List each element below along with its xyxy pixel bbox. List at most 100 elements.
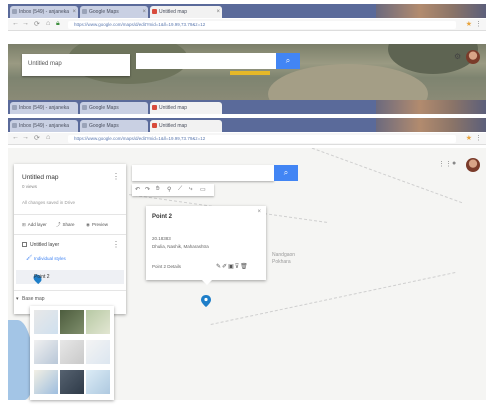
- url-input[interactable]: https://www.google.com/maps/d/edit?mid=1…: [68, 135, 456, 143]
- close-icon[interactable]: ×: [142, 6, 146, 18]
- point-tools: ✎✐▣⊽🗑︎: [216, 263, 249, 270]
- undo-icon[interactable]: ↶: [135, 186, 140, 193]
- draw-line-icon[interactable]: ⟋: [178, 186, 182, 193]
- add-layer-icon: ⊞: [22, 222, 26, 227]
- star-icon[interactable]: ★: [466, 20, 472, 28]
- tab-google-maps[interactable]: Google Maps: [80, 102, 148, 114]
- forward-icon[interactable]: →: [22, 20, 29, 27]
- map-pin-icon[interactable]: [201, 295, 211, 307]
- satellite-map-frame: Untitled map ⌕: [8, 44, 486, 100]
- back-icon[interactable]: ←: [12, 134, 19, 141]
- home-icon[interactable]: ⌂: [46, 134, 50, 141]
- url-input[interactable]: https://www.google.com/maps/d/edit?mid=1…: [68, 21, 456, 29]
- preview-button[interactable]: ◉ Preview: [86, 222, 108, 228]
- tab-inbox[interactable]: Inbox (549) - anjaneka ×: [10, 6, 78, 18]
- reload-icon[interactable]: ⟳: [34, 20, 40, 28]
- tab-strip: Inbox (549) - anjaneka Google Maps Untit…: [8, 118, 486, 132]
- back-icon[interactable]: ←: [12, 20, 19, 27]
- basemap-light-political[interactable]: [34, 340, 58, 364]
- apps-icon[interactable]: ⚙: [454, 52, 461, 61]
- my-maps-icon: [152, 9, 157, 14]
- apps-grid-icon[interactable]: ⋮⋮: [438, 160, 452, 168]
- gmail-icon: [12, 9, 17, 14]
- map-title-card[interactable]: Untitled map: [22, 54, 130, 76]
- map-label-region2: Pokhara: [272, 259, 291, 265]
- more-options-icon[interactable]: ⋮: [112, 172, 120, 181]
- basemap-satellite[interactable]: [60, 310, 84, 334]
- layer-checkbox[interactable]: [22, 242, 27, 247]
- hand-icon[interactable]: ✋︎: [156, 186, 159, 193]
- point-title[interactable]: Point 2: [152, 214, 172, 220]
- tab-untitled-map[interactable]: Untitled map: [150, 120, 222, 132]
- tab-inbox[interactable]: Inbox (549) - anjaneka: [10, 102, 78, 114]
- reload-icon[interactable]: ⟳: [34, 134, 40, 142]
- tab-google-maps[interactable]: Google Maps: [80, 120, 148, 132]
- star-icon[interactable]: ★: [466, 134, 472, 142]
- maps-icon: [82, 9, 87, 14]
- chevron-down-icon[interactable]: ▾: [16, 296, 19, 302]
- base-map-toggle[interactable]: Base map: [22, 296, 45, 302]
- basemap-terrain[interactable]: [86, 310, 110, 334]
- basemap-map[interactable]: [34, 310, 58, 334]
- address-bar: ← → ⟳ ⌂ 🔒︎ https://www.google.com/maps/d…: [8, 19, 486, 31]
- basemap-light-landmass[interactable]: [34, 370, 58, 394]
- map-views: 0 views: [22, 184, 38, 189]
- basemap-whitewater[interactable]: [86, 370, 110, 394]
- avatar[interactable]: [466, 158, 480, 172]
- measure-icon[interactable]: ▭: [200, 186, 206, 193]
- layer-options-icon[interactable]: ⋮: [112, 240, 120, 249]
- base-map-picker: [30, 306, 114, 400]
- map-legend-panel: Untitled map 0 views All changes saved i…: [14, 164, 126, 314]
- profile-banner: [376, 4, 486, 18]
- list-item-point[interactable]: Point 2: [16, 270, 124, 285]
- point-location: Dhulia, Nashik, Maharashtra: [152, 244, 209, 249]
- address-bar: ← → ⟳ ⌂ https://www.google.com/maps/d/ed…: [8, 133, 486, 145]
- search-icon[interactable]: ⌕: [276, 53, 300, 69]
- tab-untitled-map[interactable]: Untitled map ×: [150, 6, 222, 18]
- basemap-simple[interactable]: [86, 340, 110, 364]
- delete-icon[interactable]: 🗑︎: [240, 264, 249, 270]
- search-icon[interactable]: ⌕: [274, 165, 298, 181]
- home-icon[interactable]: ⌂: [46, 20, 50, 27]
- close-icon[interactable]: ×: [257, 209, 261, 215]
- close-icon[interactable]: ×: [216, 6, 220, 18]
- search-input[interactable]: [132, 165, 274, 181]
- gmail-icon: [12, 105, 17, 110]
- share-icon: ⤴: [56, 222, 61, 227]
- forward-icon[interactable]: →: [22, 134, 29, 141]
- preview-icon: ◉: [86, 222, 90, 227]
- point-footer: Point 2 Details: [152, 264, 182, 269]
- share-button[interactable]: ⤴ Share: [56, 222, 75, 228]
- map-toolbar: ↶ ↷ ✋︎ ⚲ ⟋ ⤷ ▭: [132, 184, 214, 196]
- close-icon[interactable]: ×: [72, 6, 76, 18]
- camera-icon[interactable]: ▣: [228, 264, 235, 270]
- add-layer-button[interactable]: ⊞ Add layer: [22, 222, 47, 228]
- notifications-icon[interactable]: ●: [452, 160, 456, 167]
- menu-icon[interactable]: ⋮: [475, 20, 482, 28]
- save-status: All changes saved in Drive: [22, 200, 76, 205]
- basemap-dark-landmass[interactable]: [60, 370, 84, 394]
- tab-strip: Inbox (549) - anjaneka Google Maps Untit…: [8, 100, 486, 114]
- tab-inbox[interactable]: Inbox (549) - anjaneka: [10, 120, 78, 132]
- paint-icon: 🖌︎: [26, 255, 33, 261]
- layer-style-link[interactable]: Individual styles: [34, 256, 66, 261]
- point-coordinates: 20.18383: [152, 236, 171, 241]
- basemap-mono[interactable]: [60, 340, 84, 364]
- layer-name[interactable]: Untitled layer: [30, 242, 59, 248]
- map-title[interactable]: Untitled map: [22, 174, 59, 181]
- search-input[interactable]: [136, 53, 276, 69]
- highlight-bar: [230, 71, 270, 75]
- gmail-icon: [12, 123, 17, 128]
- add-marker-icon[interactable]: ⚲: [167, 186, 171, 193]
- redo-icon[interactable]: ↷: [145, 186, 150, 193]
- tab-untitled-map[interactable]: Untitled map: [150, 102, 222, 114]
- profile-banner: [376, 118, 486, 132]
- profile-banner: [376, 100, 486, 114]
- menu-icon[interactable]: ⋮: [475, 134, 482, 142]
- my-maps-icon: [152, 123, 157, 128]
- add-directions-icon[interactable]: ⤷: [189, 186, 192, 193]
- point-info-window: Point 2 × 20.18383 Dhulia, Nashik, Mahar…: [146, 206, 266, 285]
- tab-strip: Inbox (549) - anjaneka × Google Maps × U…: [8, 4, 486, 18]
- tab-google-maps[interactable]: Google Maps ×: [80, 6, 148, 18]
- avatar[interactable]: [466, 50, 480, 64]
